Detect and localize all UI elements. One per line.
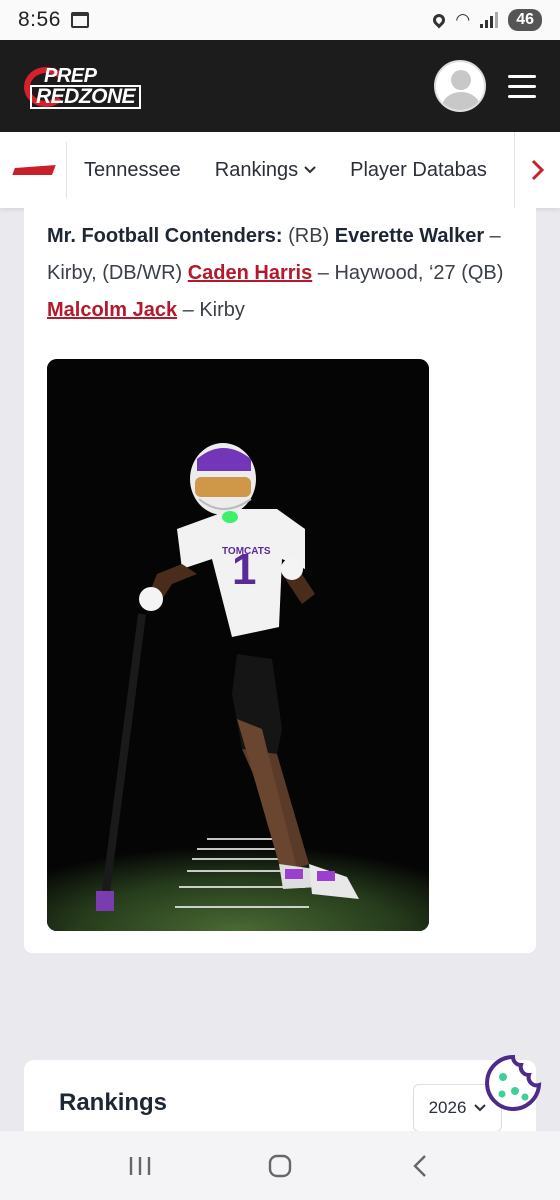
status-bar: 8:56 ◠ 46 — [0, 0, 560, 40]
nav-item-rankings[interactable]: Rankings — [198, 159, 333, 182]
tennessee-state-icon[interactable] — [12, 165, 56, 175]
nav-item-label: Player Databas — [350, 158, 487, 181]
location-icon — [430, 11, 448, 29]
player-link-caden-harris[interactable]: Caden Harris — [188, 262, 313, 284]
article-card: Mr. Football Contenders: (RB) Everette W… — [24, 208, 536, 953]
contenders-heading: Mr. Football Contenders: — [47, 225, 283, 247]
jersey-text: TOMCATS — [222, 546, 271, 557]
avatar-icon[interactable] — [434, 60, 486, 112]
text-segment: (RB) — [282, 225, 335, 247]
rankings-title: Rankings — [59, 1089, 168, 1116]
recents-button[interactable] — [120, 1146, 160, 1186]
status-time: 8:56 — [18, 8, 61, 31]
nav-item-label: Rankings — [214, 158, 299, 181]
back-icon — [413, 1154, 426, 1177]
text-segment: – Kirby — [177, 299, 245, 321]
home-button[interactable] — [260, 1146, 300, 1186]
system-navigation-bar — [0, 1131, 560, 1200]
text-segment: – Haywood, ‘27 (QB) — [312, 262, 504, 284]
nav-item-label: Tennessee — [84, 158, 181, 181]
player-link-malcolm-jack[interactable]: Malcolm Jack — [47, 299, 177, 321]
nav-items: Tennessee Rankings Player Databas — [67, 159, 514, 182]
hamburger-menu-icon[interactable] — [508, 74, 536, 98]
calendar-icon — [70, 12, 89, 28]
nav-item-tennessee[interactable]: Tennessee — [67, 159, 198, 182]
chevron-down-icon — [304, 166, 316, 174]
back-button[interactable] — [400, 1146, 440, 1186]
wifi-icon: ◠ — [455, 10, 471, 29]
state-nav-bar: Tennessee Rankings Player Databas — [0, 132, 560, 208]
article-paragraph: Mr. Football Contenders: (RB) Everette W… — [47, 218, 507, 329]
site-header: PREP REDZONE — [0, 40, 560, 132]
nav-item-player-database[interactable]: Player Databas — [333, 159, 504, 182]
year-select-value: 2026 — [428, 1098, 467, 1117]
player-name-everette-walker: Everette Walker — [334, 225, 485, 247]
logo-text-redzone: REDZONE — [30, 85, 142, 109]
cookie-settings-icon[interactable] — [483, 1053, 543, 1113]
recents-icon — [129, 1156, 151, 1175]
player-photo-illustration: 1 TOMCATS — [47, 359, 429, 931]
nav-scroll-right-button[interactable] — [514, 132, 560, 208]
prep-redzone-logo[interactable]: PREP REDZONE — [24, 63, 154, 109]
battery-icon: 46 — [508, 9, 542, 31]
signal-icon — [480, 12, 499, 28]
chevron-right-icon — [531, 159, 544, 181]
player-photo: 1 TOMCATS — [47, 359, 429, 931]
home-icon — [268, 1154, 292, 1177]
